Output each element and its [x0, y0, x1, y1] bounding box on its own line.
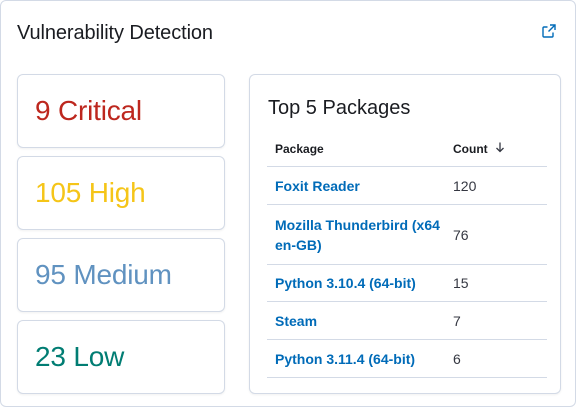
- high-count-card[interactable]: 105 High: [17, 156, 225, 230]
- package-link[interactable]: Python 3.10.4 (64-bit): [275, 275, 416, 291]
- top-packages-table: Package Count Foxit Reader 120 Mozilla T…: [267, 131, 547, 378]
- medium-count: 95 Medium: [35, 259, 172, 290]
- column-header-count-label: Count: [453, 141, 488, 156]
- table-row: Python 3.11.4 (64-bit) 6: [267, 340, 547, 378]
- vulnerability-detection-panel: Vulnerability Detection 9 Critical 105 H…: [0, 0, 576, 407]
- table-row: Foxit Reader 120: [267, 167, 547, 205]
- package-link[interactable]: Steam: [275, 313, 317, 329]
- table-row: Mozilla Thunderbird (x64 en-GB) 76: [267, 205, 547, 265]
- external-link-icon[interactable]: [541, 23, 557, 39]
- top-packages-title: Top 5 Packages: [268, 97, 411, 119]
- package-count: 7: [453, 312, 461, 329]
- package-count: 76: [453, 226, 469, 243]
- critical-count-card[interactable]: 9 Critical: [17, 74, 225, 148]
- package-link[interactable]: Foxit Reader: [275, 178, 360, 194]
- column-header-count[interactable]: Count: [445, 141, 547, 156]
- package-count: 120: [453, 177, 477, 194]
- package-link[interactable]: Mozilla Thunderbird (x64 en-GB): [275, 217, 440, 253]
- critical-count: 9 Critical: [35, 95, 142, 126]
- table-header: Package Count: [267, 131, 547, 167]
- top-packages-card: Top 5 Packages Package Count Foxit Reade…: [249, 74, 561, 394]
- low-count-card[interactable]: 23 Low: [17, 320, 225, 394]
- package-count: 6: [453, 350, 461, 367]
- panel-title: Vulnerability Detection: [17, 22, 213, 44]
- package-link[interactable]: Python 3.11.4 (64-bit): [275, 351, 415, 367]
- low-count: 23 Low: [35, 341, 125, 372]
- package-count: 15: [453, 275, 469, 291]
- high-count: 105 High: [35, 177, 146, 208]
- table-row: Steam 7: [267, 302, 547, 340]
- column-header-package: Package: [275, 141, 324, 156]
- arrow-down-icon: [494, 141, 506, 156]
- medium-count-card[interactable]: 95 Medium: [17, 238, 225, 312]
- table-row: Python 3.10.4 (64-bit) 15: [267, 265, 547, 302]
